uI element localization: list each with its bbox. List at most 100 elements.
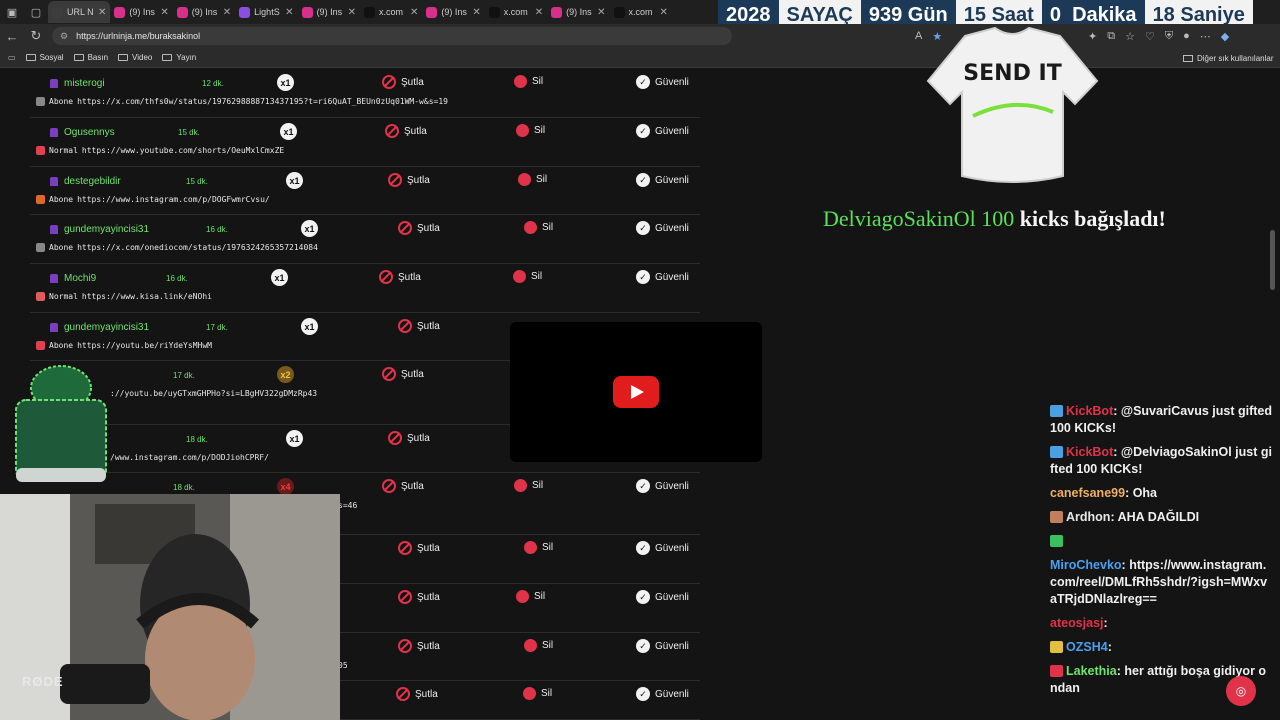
kick-button[interactable]: Şutla	[385, 124, 427, 138]
mark-safe-button[interactable]: ✓ Güvenli	[636, 75, 689, 89]
more-menu-icon[interactable]: ⋯	[1200, 30, 1211, 43]
browser-essentials-icon[interactable]: ⛨	[1165, 30, 1173, 43]
close-icon[interactable]: ✕	[535, 7, 543, 18]
delete-button[interactable]: Sil	[524, 541, 553, 554]
tab[interactable]: LightS ✕	[235, 1, 297, 23]
submitted-link[interactable]: Abone https://x.com/onediocom/status/1976…	[36, 243, 318, 252]
kick-button[interactable]: Şutla	[388, 431, 430, 445]
tab[interactable]: x.com ✕	[485, 1, 547, 23]
bookmark-folder-video[interactable]: Video	[118, 53, 152, 62]
close-icon[interactable]: ✕	[472, 7, 480, 18]
close-icon[interactable]: ✕	[285, 7, 293, 18]
mark-safe-button[interactable]: ✓ Güvenli	[636, 124, 689, 138]
submitted-link[interactable]: Abone https://www.instagram.com/p/DOGFwmr…	[36, 195, 270, 204]
mark-safe-button[interactable]: ✓ Güvenli	[636, 687, 689, 701]
close-icon[interactable]: ✕	[98, 7, 106, 18]
kick-button[interactable]: Şutla	[398, 590, 440, 604]
chat-username[interactable]: ateosjasj	[1050, 616, 1104, 630]
username[interactable]: Mochi9	[50, 273, 96, 284]
delete-button[interactable]: Sil	[514, 479, 543, 492]
collections-icon[interactable]: ♡	[1145, 30, 1155, 43]
chat-username[interactable]: KickBot	[1066, 404, 1113, 418]
tab[interactable]: x.com ✕	[360, 1, 422, 23]
video-preview[interactable]	[510, 322, 762, 462]
tab-actions-icon[interactable]: ▢	[24, 0, 48, 24]
bookmark-folder-yayin[interactable]: Yayın	[162, 53, 196, 62]
kick-button[interactable]: Şutla	[396, 687, 438, 701]
kick-button[interactable]: Şutla	[379, 270, 421, 284]
username[interactable]: misterogi	[50, 78, 105, 89]
copilot-icon[interactable]: ◆	[1221, 30, 1229, 43]
chat-username[interactable]: Lakethia	[1066, 664, 1117, 678]
scrollbar-thumb[interactable]	[1270, 230, 1275, 290]
kick-button[interactable]: Şutla	[382, 479, 424, 493]
tab[interactable]: URL N ✕	[48, 1, 111, 23]
chat-username[interactable]: KickBot	[1066, 445, 1113, 459]
delete-button[interactable]: Sil	[514, 75, 543, 88]
split-screen-icon[interactable]: ⧉	[1107, 30, 1115, 43]
mark-safe-button[interactable]: ✓ Güvenli	[636, 221, 689, 235]
submitted-link[interactable]: Abone https://x.com/thfs0w/status/1976298…	[36, 97, 448, 106]
bookmark-folder-sosyal[interactable]: Sosyal	[25, 53, 64, 62]
submitted-link[interactable]: /www.instagram.com/p/DODJiohCPRF/	[110, 453, 269, 462]
kick-button[interactable]: Şutla	[398, 541, 440, 555]
close-icon[interactable]: ✕	[223, 7, 231, 18]
back-icon[interactable]: ←	[0, 29, 24, 44]
submitted-link[interactable]: Normal https://www.youtube.com/shorts/Oeu…	[36, 146, 284, 155]
tab[interactable]: (9) Ins ✕	[173, 1, 235, 23]
tab[interactable]: (9) Ins ✕	[110, 1, 172, 23]
mark-safe-button[interactable]: ✓ Güvenli	[636, 541, 689, 555]
delete-button[interactable]: Sil	[524, 639, 553, 652]
kick-button[interactable]: Şutla	[382, 75, 424, 89]
kick-button[interactable]: Şutla	[388, 173, 430, 187]
chat-username[interactable]: MiroChevko	[1050, 558, 1122, 572]
close-icon[interactable]: ✕	[160, 7, 168, 18]
kick-button[interactable]: Şutla	[382, 367, 424, 381]
chat-username[interactable]: canefsane99	[1050, 486, 1125, 500]
username[interactable]: destegebildir	[50, 176, 121, 187]
mark-safe-button[interactable]: ✓ Güvenli	[636, 173, 689, 187]
kick-button[interactable]: Şutla	[398, 319, 440, 333]
read-aloud-icon[interactable]: A	[915, 30, 922, 42]
submitted-link[interactable]: ://youtu.be/uyGTxmGHPHo?si=LBgHV322gDMzR…	[110, 389, 317, 398]
delete-button[interactable]: Sil	[524, 221, 553, 234]
username[interactable]: gundemyayincisi31	[50, 322, 149, 333]
favorites-icon[interactable]: ☆	[1125, 30, 1135, 43]
chat-username[interactable]: Ardhon	[1066, 510, 1110, 524]
workspaces-icon[interactable]: ▣	[0, 0, 24, 24]
close-icon[interactable]: ✕	[660, 7, 668, 18]
chat-username[interactable]: OZSH4	[1066, 640, 1108, 654]
reload-icon[interactable]: ↻	[24, 28, 48, 44]
mark-safe-button[interactable]: ✓ Güvenli	[636, 479, 689, 493]
tab[interactable]: (9) Ins ✕	[422, 1, 484, 23]
tab[interactable]: (9) Ins ✕	[547, 1, 609, 23]
bookmark-folder-basin[interactable]: Basın	[73, 53, 108, 62]
youtube-play-icon[interactable]	[613, 376, 659, 408]
mark-safe-button[interactable]: ✓ Güvenli	[636, 590, 689, 604]
site-info-icon[interactable]: ⚙	[60, 31, 68, 42]
delete-button[interactable]: Sil	[518, 173, 547, 186]
mark-safe-button[interactable]: ✓ Güvenli	[636, 639, 689, 653]
close-icon[interactable]: ✕	[410, 7, 418, 18]
submitted-link[interactable]: Abone https://youtu.be/riYdeYsMHwM	[36, 341, 212, 350]
bookmarks-menu-icon[interactable]: ▭	[8, 53, 16, 62]
delete-button[interactable]: Sil	[516, 590, 545, 603]
mark-safe-button[interactable]: ✓ Güvenli	[636, 270, 689, 284]
url-field[interactable]: ⚙ https://urlninja.me/buraksakinol	[52, 27, 732, 45]
other-bookmarks[interactable]: Diğer sık kullanılanlar	[1183, 48, 1273, 68]
close-icon[interactable]: ✕	[348, 7, 356, 18]
kick-button[interactable]: Şutla	[398, 221, 440, 235]
chat-emote-icon[interactable]: ◎	[1226, 676, 1256, 706]
delete-button[interactable]: Sil	[523, 687, 552, 700]
profile-avatar[interactable]: ●	[1183, 30, 1190, 42]
kick-button[interactable]: Şutla	[398, 639, 440, 653]
delete-button[interactable]: Sil	[516, 124, 545, 137]
username[interactable]: gundemyayincisi31	[50, 224, 149, 235]
delete-button[interactable]: Sil	[513, 270, 542, 283]
submitted-link[interactable]: Normal https://www.kisa.link/eNOhi	[36, 292, 212, 301]
tab[interactable]: x.com ✕	[610, 1, 672, 23]
username[interactable]: Ogusennys	[50, 127, 115, 138]
close-icon[interactable]: ✕	[597, 7, 605, 18]
tab[interactable]: (9) Ins ✕	[298, 1, 360, 23]
submitted-link[interactable]: s=46	[338, 501, 357, 510]
